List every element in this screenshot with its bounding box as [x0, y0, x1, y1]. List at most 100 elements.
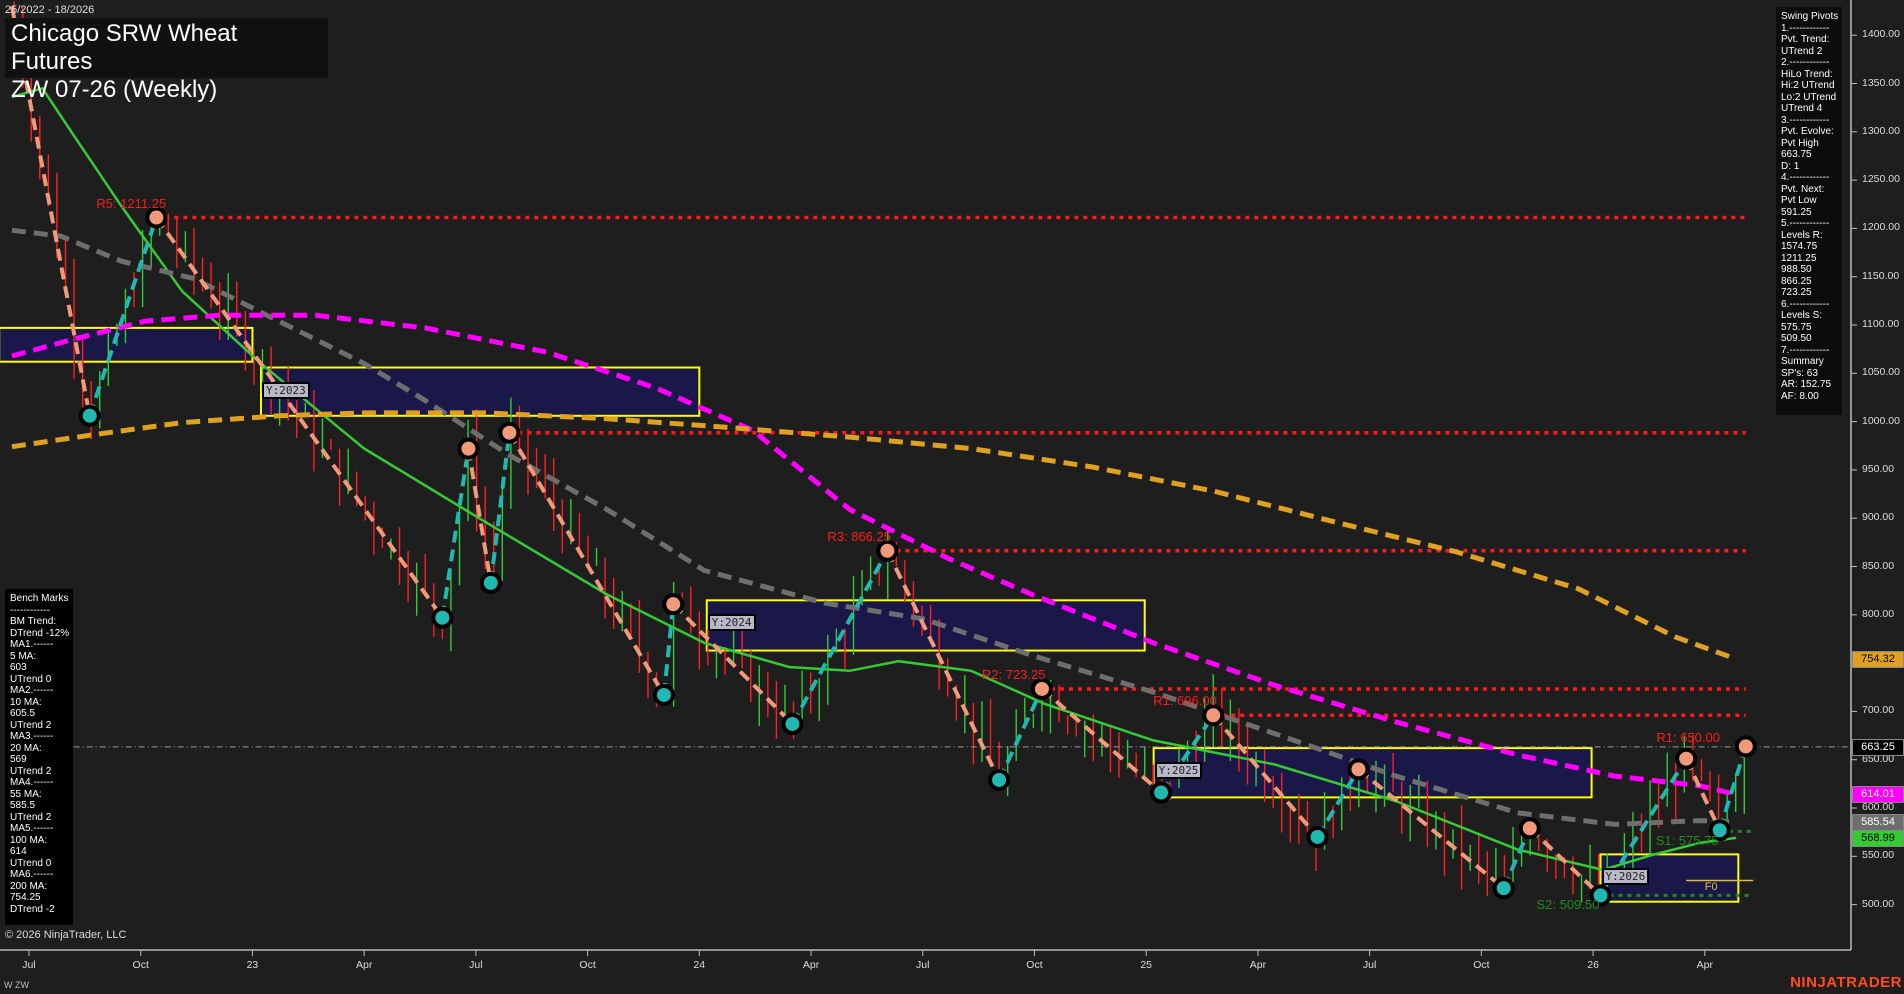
- panel-line: ------------: [10, 605, 68, 617]
- panel-line: 5.------------: [1781, 218, 1837, 230]
- level-label: R1: 696.00: [1153, 693, 1217, 708]
- pivot-high-marker: [147, 209, 165, 227]
- pivot-high-marker: [1204, 706, 1222, 724]
- panel-line: DTrend -12%: [10, 628, 68, 640]
- panel-line: AR: 152.75: [1781, 379, 1837, 391]
- x-tick-label: Jul: [1363, 959, 1376, 971]
- panel-line: 605.5: [10, 708, 68, 720]
- panel-line: MA4.------: [10, 777, 68, 789]
- panel-line: 6.------------: [1781, 299, 1837, 311]
- price-badge: 663.25: [1852, 739, 1904, 756]
- y-tick-label: 1100.00: [1862, 318, 1899, 330]
- panel-line: 866.25: [1781, 276, 1837, 288]
- price-badge: 754.32: [1852, 651, 1904, 668]
- panel-line: D: 1: [1781, 161, 1837, 173]
- panel-line: UTrend 2: [1781, 46, 1837, 58]
- y-tick-label: 1150.00: [1862, 270, 1899, 282]
- x-tick-label: Apr: [1250, 959, 1266, 971]
- level-label: R5: 1211.25: [96, 196, 166, 211]
- x-tick-label: Oct: [579, 959, 595, 971]
- x-tick-label: 25: [1140, 959, 1152, 971]
- swing-up-leg: [999, 689, 1042, 780]
- y-tick-label: 1050.00: [1862, 366, 1900, 378]
- swing-down-leg: [509, 433, 664, 695]
- swing-up-leg: [442, 449, 468, 618]
- y-tick-label: 500.00: [1862, 898, 1894, 910]
- pivot-low-marker: [655, 686, 673, 704]
- x-tick-label: 24: [693, 959, 705, 971]
- panel-line: 663.75: [1781, 149, 1837, 161]
- panel-line: Bench Marks: [10, 593, 68, 605]
- panel-line: Levels S:: [1781, 310, 1837, 322]
- x-tick-label: Apr: [1697, 959, 1713, 971]
- swing-up-leg: [664, 604, 673, 695]
- pivot-high-marker: [459, 440, 477, 458]
- panel-line: 1574.75: [1781, 241, 1837, 253]
- panel-line: 1211.25: [1781, 253, 1837, 265]
- pivot-low-marker: [1309, 828, 1327, 846]
- pivot-high-marker: [1737, 737, 1755, 755]
- year-box-label: Y:2024: [708, 614, 756, 631]
- symbol-label: W ZW: [4, 980, 29, 990]
- panel-line: Swing Pivots: [1781, 11, 1837, 23]
- x-tick-label: Oct: [1026, 959, 1042, 971]
- pivot-high-marker: [1677, 750, 1695, 768]
- panel-line: MA1.------: [10, 639, 68, 651]
- pivot-high-marker: [878, 542, 896, 560]
- panel-line: 754.25: [10, 892, 68, 904]
- panel-line: Levels R:: [1781, 230, 1837, 242]
- x-tick-label: Apr: [356, 959, 372, 971]
- x-tick-label: Jul: [916, 959, 929, 971]
- year-range-box: [261, 368, 699, 416]
- x-tick-label: Jul: [22, 959, 35, 971]
- ma-line-55ma: [12, 230, 1736, 824]
- panel-line: AF: 8.00: [1781, 391, 1837, 403]
- y-tick-label: 700.00: [1862, 704, 1894, 716]
- panel-line: 723.25: [1781, 287, 1837, 299]
- panel-line: Pvt Low: [1781, 195, 1837, 207]
- swing-down-leg: [1042, 689, 1161, 793]
- x-tick-label: Jul: [469, 959, 482, 971]
- panel-line: SP's: 63: [1781, 368, 1837, 380]
- y-tick-label: 800.00: [1862, 608, 1894, 620]
- copyright: © 2026 NinjaTrader, LLC: [5, 929, 126, 941]
- swing-up-leg: [1720, 746, 1746, 830]
- x-tick-label: Oct: [1473, 959, 1489, 971]
- pivot-high-marker: [500, 424, 518, 442]
- swing-down-leg: [468, 449, 490, 583]
- panel-line: 4.------------: [1781, 172, 1837, 184]
- panel-line: 10 MA:: [10, 697, 68, 709]
- swing-up-leg: [90, 218, 157, 416]
- panel-line: UTrend 0: [10, 674, 68, 686]
- panel-line: MA6.------: [10, 869, 68, 881]
- panel-line: 509.50: [1781, 333, 1837, 345]
- x-tick-label: 23: [247, 959, 259, 971]
- panel-line: UTrend 0: [10, 858, 68, 870]
- panel-line: UTrend 2: [10, 766, 68, 778]
- panel-line: 614: [10, 846, 68, 858]
- pivot-low-marker: [482, 574, 500, 592]
- panel-line: 200 MA:: [10, 881, 68, 893]
- panel-line: 585.5: [10, 800, 68, 812]
- pivot-high-marker: [664, 595, 682, 613]
- panel-line: Pvt. Next:: [1781, 184, 1837, 196]
- year-range-box: [0, 328, 252, 362]
- panel-line: Pvt High: [1781, 138, 1837, 150]
- pivot-high-marker: [1349, 760, 1367, 778]
- panel-line: 5 MA:: [10, 651, 68, 663]
- panel-line: UTrend 2: [10, 812, 68, 824]
- pivot-low-marker: [783, 715, 801, 733]
- date-range: 25/2022 - 18/2026: [5, 4, 94, 16]
- panel-line: 55 MA:: [10, 789, 68, 801]
- y-tick-label: 1300.00: [1862, 125, 1900, 137]
- pivot-high-marker: [1521, 819, 1539, 837]
- y-tick-label: 850.00: [1862, 560, 1894, 572]
- contract-title: ZW 07-26 (Weekly): [11, 76, 322, 104]
- pivot-low-marker: [1495, 879, 1513, 897]
- price-badge: 585.54: [1852, 814, 1904, 831]
- price-chart[interactable]: [0, 0, 1904, 994]
- panel-line: UTrend 4: [1781, 103, 1837, 115]
- panel-line: 100 MA:: [10, 835, 68, 847]
- y-tick-label: 1000.00: [1862, 415, 1900, 427]
- x-tick-label: 26: [1587, 959, 1599, 971]
